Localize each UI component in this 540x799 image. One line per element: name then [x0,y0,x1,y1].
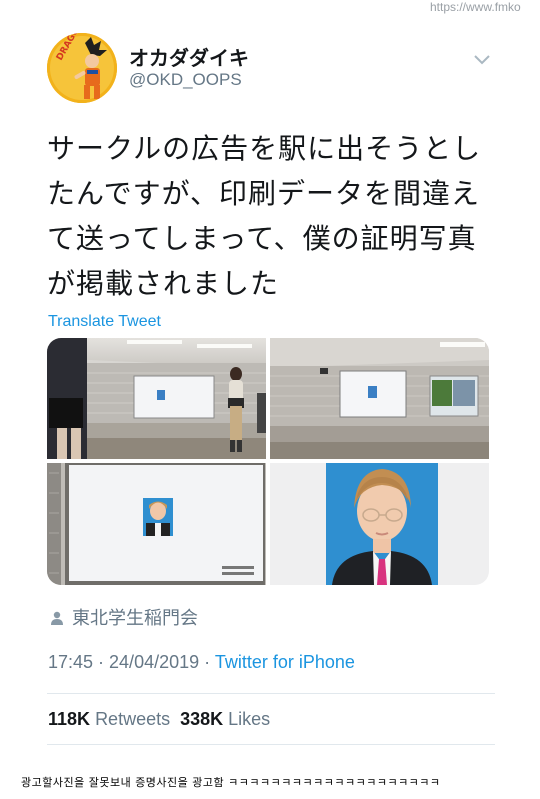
tweet-text: サークルの広告を駅に出そうとし たんですが、印刷データを間違え て送ってしまって… [47,126,497,306]
divider [47,693,495,694]
retweets-label: Retweets [95,709,171,729]
account-line[interactable]: 東北学生稲門会 [50,604,198,630]
translate-tweet-link[interactable]: Translate Tweet [48,313,161,331]
tweet-text-line: が掲載されました [47,267,280,300]
station-photo-person[interactable] [47,338,266,459]
user-handle[interactable]: @OKD_OOPS [129,70,242,90]
divider [47,744,495,745]
tweet-text-line: て送ってしまって、僕の証明写真 [47,222,477,255]
tweet-time[interactable]: 17:45 · 24/04/2019 · [48,652,215,672]
source-watermark: https://www.fmko [430,0,521,14]
chevron-down-icon[interactable] [472,49,492,69]
tweet-timestamp: 17:45 · 24/04/2019 · Twitter for iPhone [48,652,355,673]
retweets-stat[interactable]: 118K Retweets [48,709,170,729]
account-name: 東北学生稲門会 [72,608,198,629]
avatar[interactable]: DRAGON BALL [47,33,117,103]
user-icon [51,611,63,625]
avatar-artwork-icon: DRAGON BALL [47,33,117,103]
likes-label: Likes [228,709,271,729]
billboard-closeup-photo[interactable] [47,463,266,585]
likes-count: 338K [180,709,224,729]
post-caption: 광고할사진을 잘못보내 증명사진을 광고함 ㅋㅋㅋㅋㅋㅋㅋㅋㅋㅋㅋㅋㅋㅋㅋㅋㅋㅋ… [21,776,441,789]
media-grid [47,338,489,585]
tweet-source-link[interactable]: Twitter for iPhone [215,652,355,672]
display-name[interactable]: オカダダイキ [129,42,249,71]
engagement-stats: 118K Retweets 338K Likes [48,709,270,730]
likes-stat[interactable]: 338K Likes [180,709,270,729]
station-photo-billboard[interactable] [270,338,489,459]
id-photo-closeup[interactable] [270,463,489,585]
tweet-text-line: サークルの広告を駅に出そうとし [47,132,482,165]
retweets-count: 118K [48,709,91,729]
tweet-text-line: たんですが、印刷データを間違え [47,177,481,210]
